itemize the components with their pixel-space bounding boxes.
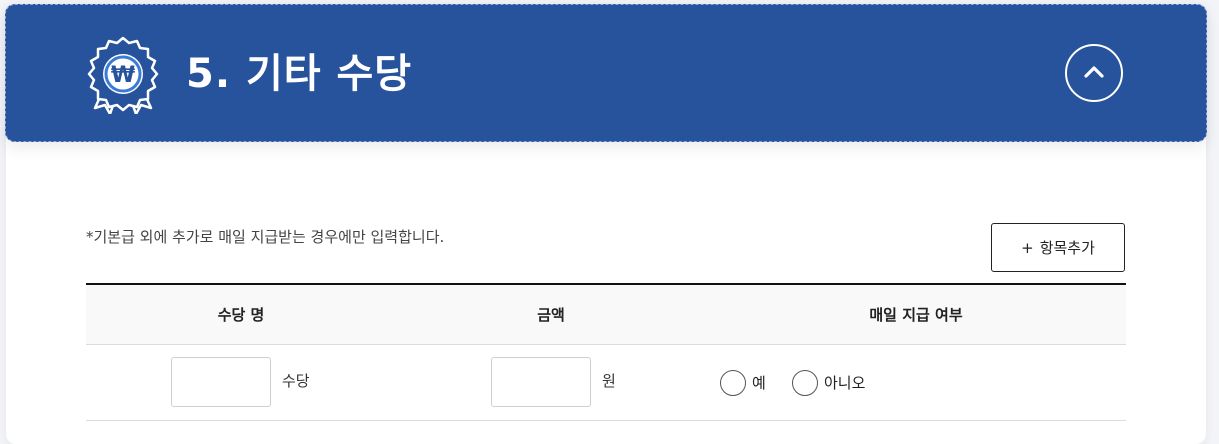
table-row: 수당 원 예 아니오 [86,345,1126,421]
allowance-name-unit: 수당 [282,372,310,390]
header-allowance-name: 수당 명 [217,306,265,324]
radio-no-label[interactable]: 아니오 [824,372,865,393]
input-guide-note: *기본급 외에 추가로 매일 지급받는 경우에만 입력합니다. [86,228,445,246]
collapse-button[interactable] [1065,44,1123,102]
section-title: 5. 기타 수당 [186,51,413,97]
header-amount: 금액 [537,306,565,324]
won-symbol: ₩ [111,63,135,88]
header-daily-payment: 매일 지급 여부 [869,306,963,324]
add-item-button[interactable]: + 항목추가 [991,223,1125,272]
chevron-up-icon [1083,64,1105,83]
amount-unit: 원 [602,372,616,390]
plus-icon: + [1021,238,1034,257]
allowance-table: 수당 명 금액 매일 지급 여부 수당 원 예 아니오 [86,283,1126,421]
table-header: 수당 명 금액 매일 지급 여부 [86,283,1126,345]
radio-yes[interactable] [720,370,746,396]
section-header: ₩ 5. 기타 수당 [5,4,1207,142]
allowance-name-input[interactable] [171,357,271,407]
radio-yes-label[interactable]: 예 [752,372,766,393]
won-badge-icon: ₩ [83,34,163,116]
add-item-label: 항목추가 [1039,239,1095,257]
amount-input[interactable] [491,357,591,407]
radio-no[interactable] [792,370,818,396]
